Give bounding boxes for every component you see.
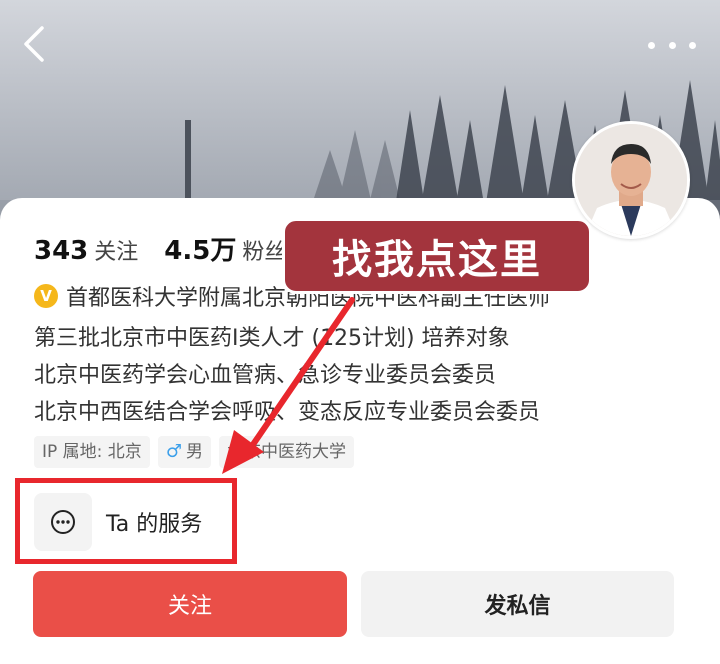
gender-text: 男	[185, 442, 203, 462]
stats-row: 343 关注 4.5万 粉丝	[34, 230, 312, 267]
bio-line-3: 北京中西医结合学会呼吸、变态反应专业委员会委员	[34, 400, 541, 425]
following-count[interactable]: 343	[34, 236, 88, 266]
bio-line-2: 北京中医药学会心血管病、急诊专业委员会委员	[34, 363, 497, 388]
profile-tags: IP 属地: 北京 ♂ 男 北京中医药大学	[34, 436, 354, 468]
fans-label[interactable]: 粉丝	[242, 234, 286, 266]
more-dots-icon	[648, 41, 655, 49]
send-message-button[interactable]: 发私信	[361, 571, 674, 637]
gender-tag: ♂ 男	[157, 436, 211, 468]
bio-line-1: 第三批北京市中医药I类人才 (125计划) 培养对象	[34, 326, 510, 351]
verified-badge-icon: V	[34, 284, 58, 308]
following-label[interactable]: 关注	[94, 234, 138, 266]
male-icon: ♂	[165, 441, 182, 462]
follow-button[interactable]: 关注	[33, 571, 347, 637]
chevron-left-icon	[24, 26, 44, 62]
fans-count[interactable]: 4.5万	[164, 230, 236, 267]
doctor-portrait-image	[575, 124, 687, 236]
avatar[interactable]	[572, 121, 690, 239]
annotation-callout: 找我点这里	[282, 218, 592, 294]
school-tag: 北京中医药大学	[218, 436, 354, 468]
back-button[interactable]	[22, 24, 62, 68]
annotation-highlight-box	[15, 478, 237, 564]
ip-location-tag: IP 属地: 北京	[34, 436, 150, 468]
more-options-button[interactable]	[648, 30, 696, 60]
